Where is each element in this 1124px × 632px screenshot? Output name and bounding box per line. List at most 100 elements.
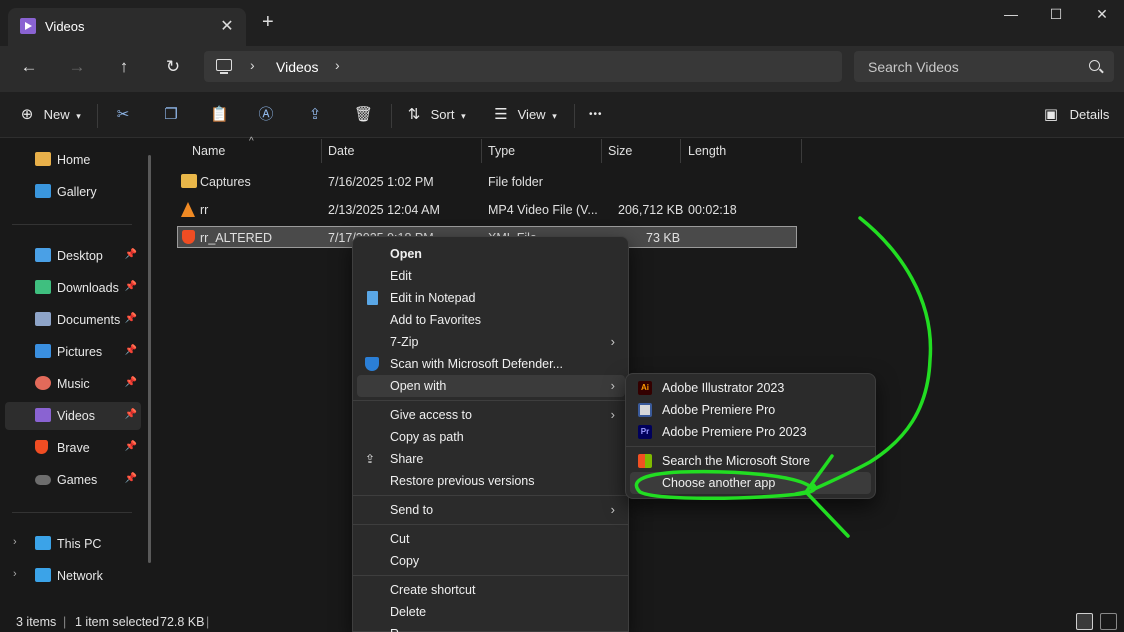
menu-item-rename[interactable]: R: [357, 623, 625, 632]
menu-item-restore-versions[interactable]: Restore previous versions: [357, 470, 625, 492]
details-view-toggle[interactable]: [1076, 613, 1093, 630]
sidebar-item-pictures[interactable]: Pictures 📌: [5, 338, 141, 366]
search-icon: [1089, 60, 1100, 71]
menu-item-copy[interactable]: Copy: [357, 550, 625, 572]
file-row-rr[interactable]: rr 2/13/2025 12:04 AM MP4 Video File (V.…: [177, 199, 797, 221]
sidebar-item-this-pc[interactable]: › This PC: [5, 530, 141, 558]
close-window-button[interactable]: ✕: [1079, 6, 1124, 28]
back-button[interactable]: ←: [15, 55, 43, 79]
menu-item-open-with[interactable]: Open with ›: [357, 375, 625, 397]
column-header-name[interactable]: Name: [192, 144, 225, 158]
sidebar-item-downloads[interactable]: Downloads 📌: [5, 274, 141, 302]
chevron-right-icon[interactable]: ›: [13, 536, 17, 548]
up-button[interactable]: ↑: [110, 55, 138, 79]
column-divider[interactable]: [801, 139, 802, 163]
brave-icon: [35, 440, 48, 454]
pin-icon[interactable]: 📌: [125, 281, 137, 292]
cut-button[interactable]: ✂: [114, 104, 132, 126]
menu-item-cut[interactable]: Cut: [357, 528, 625, 550]
tab-videos[interactable]: Videos ✕: [8, 8, 246, 46]
column-divider[interactable]: [601, 139, 602, 163]
pin-icon[interactable]: 📌: [125, 409, 137, 420]
chevron-right-icon: ›: [610, 334, 615, 349]
home-icon: [35, 152, 51, 166]
pin-icon[interactable]: 📌: [125, 377, 137, 388]
submenu-item-premiere-pro-2023[interactable]: Pr Adobe Premiere Pro 2023: [630, 421, 871, 443]
new-button[interactable]: ⊕ New ▾: [18, 104, 81, 126]
copy-button[interactable]: ❐: [162, 104, 180, 126]
submenu-item-choose-another-app[interactable]: Choose another app: [630, 472, 871, 494]
sidebar-item-documents[interactable]: Documents 📌: [5, 306, 141, 334]
sidebar-item-home[interactable]: Home: [5, 146, 141, 174]
rename-button[interactable]: Ⓐ: [257, 104, 275, 126]
sort-button[interactable]: ⇅ Sort ▾: [405, 104, 466, 126]
minimize-button[interactable]: —: [988, 6, 1034, 28]
more-options-button[interactable]: •••: [589, 104, 603, 126]
menu-item-delete[interactable]: Delete: [357, 601, 625, 623]
details-pane-icon: ▣: [1043, 106, 1059, 123]
close-tab-icon[interactable]: ✕: [218, 16, 236, 36]
chevron-right-icon: ›: [610, 378, 615, 393]
menu-item-copy-as-path[interactable]: Copy as path: [357, 426, 625, 448]
column-header-date[interactable]: Date: [328, 144, 354, 158]
tiles-view-toggle[interactable]: [1100, 613, 1117, 630]
search-input[interactable]: Search Videos: [854, 51, 1114, 82]
sidebar-item-gallery[interactable]: Gallery: [5, 178, 141, 206]
menu-item-open[interactable]: Open: [357, 243, 625, 265]
new-tab-button[interactable]: +: [262, 12, 274, 32]
refresh-button[interactable]: ↻: [159, 55, 187, 79]
address-bar[interactable]: › Videos ›: [204, 51, 842, 82]
column-divider[interactable]: [481, 139, 482, 163]
sidebar-item-network[interactable]: › Network: [5, 562, 141, 590]
column-divider[interactable]: [321, 139, 322, 163]
chevron-right-icon[interactable]: ›: [13, 568, 17, 580]
chevron-right-icon[interactable]: ›: [250, 57, 255, 73]
divider: [12, 224, 132, 225]
breadcrumb-videos[interactable]: Videos: [276, 59, 319, 75]
scissors-icon: ✂: [116, 106, 130, 123]
pin-icon[interactable]: 📌: [125, 249, 137, 260]
sidebar-item-desktop[interactable]: Desktop 📌: [5, 242, 141, 270]
pin-icon[interactable]: 📌: [125, 473, 137, 484]
pin-icon[interactable]: 📌: [125, 345, 137, 356]
status-divider: |: [63, 615, 67, 629]
details-pane-button[interactable]: ▣ Details: [1042, 104, 1109, 126]
forward-button[interactable]: →: [63, 55, 91, 79]
column-header-length[interactable]: Length: [688, 144, 726, 158]
sidebar-item-music[interactable]: Music 📌: [5, 370, 141, 398]
chevron-right-icon[interactable]: ›: [335, 57, 340, 73]
pin-icon[interactable]: 📌: [125, 313, 137, 324]
menu-item-share[interactable]: ⇪ Share: [357, 448, 625, 470]
view-button[interactable]: ☰ View ▾: [492, 104, 556, 126]
column-header-type[interactable]: Type: [488, 144, 515, 158]
file-row-captures[interactable]: Captures 7/16/2025 1:02 PM File folder: [177, 171, 797, 193]
tab-title: Videos: [45, 19, 85, 34]
menu-item-7zip[interactable]: 7-Zip ›: [357, 331, 625, 353]
menu-item-give-access[interactable]: Give access to ›: [357, 404, 625, 426]
divider: [12, 512, 132, 513]
menu-item-add-to-favorites[interactable]: Add to Favorites: [357, 309, 625, 331]
submenu-item-microsoft-store[interactable]: Search the Microsoft Store: [630, 450, 871, 472]
picture-icon: [35, 344, 51, 358]
submenu-item-premiere-pro[interactable]: Adobe Premiere Pro: [630, 399, 871, 421]
submenu-item-illustrator[interactable]: Ai Adobe Illustrator 2023: [630, 377, 871, 399]
sidebar-item-videos[interactable]: Videos 📌: [5, 402, 141, 430]
pin-icon[interactable]: 📌: [125, 441, 137, 452]
sidebar-scrollbar[interactable]: [148, 155, 151, 563]
paste-button[interactable]: 📋: [210, 104, 229, 126]
menu-item-scan-defender[interactable]: Scan with Microsoft Defender...: [357, 353, 625, 375]
menu-item-edit[interactable]: Edit: [357, 265, 625, 287]
sidebar-item-games[interactable]: Games 📌: [5, 466, 141, 494]
plus-circle-icon: ⊕: [20, 106, 34, 123]
column-header-size[interactable]: Size: [608, 144, 632, 158]
vlc-cone-icon: [181, 202, 195, 217]
column-divider[interactable]: [680, 139, 681, 163]
sidebar-item-brave[interactable]: Brave 📌: [5, 434, 141, 462]
menu-item-send-to[interactable]: Send to ›: [357, 499, 625, 521]
menu-item-edit-in-notepad[interactable]: Edit in Notepad: [357, 287, 625, 309]
share-button[interactable]: ⇪: [306, 104, 324, 126]
menu-item-create-shortcut[interactable]: Create shortcut: [357, 579, 625, 601]
maximize-button[interactable]: ☐: [1033, 6, 1079, 28]
sort-icon: ⇅: [407, 106, 421, 123]
delete-button[interactable]: 🗑: [354, 104, 373, 126]
